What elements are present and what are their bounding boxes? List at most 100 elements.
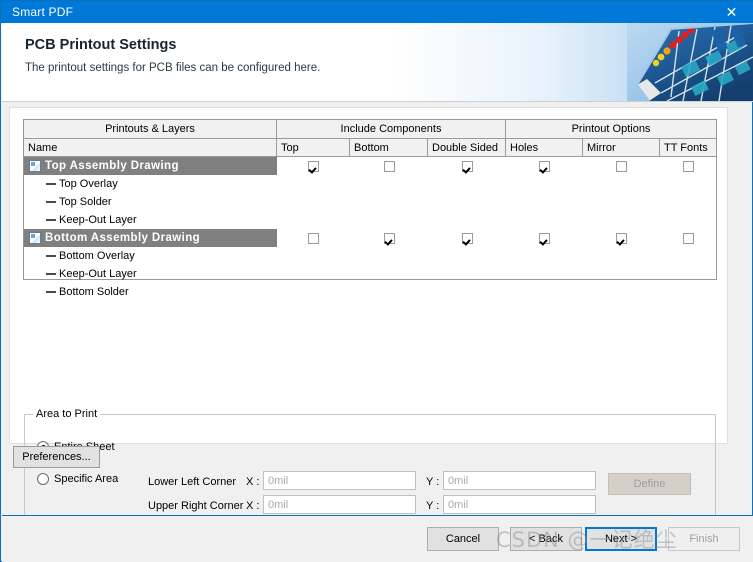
table-row[interactable]: Bottom Overlay — [24, 247, 716, 265]
window-titlebar: Smart PDF ✕ — [1, 1, 753, 23]
tree-item-label: Bottom Overlay — [59, 250, 135, 262]
tree-item-label: Bottom Assembly Drawing — [45, 232, 201, 244]
wizard-banner: PCB Printout Settings The printout setti… — [2, 23, 753, 101]
checkbox-bottom[interactable] — [383, 232, 395, 244]
lower-left-y-input[interactable]: 0mil — [443, 471, 596, 490]
grid-column-header-row: Name Top Bottom Double Sided Holes Mirro… — [24, 138, 716, 156]
page-subtitle: The printout settings for PCB files can … — [25, 62, 321, 74]
checkbox-cell-double-sided[interactable] — [428, 229, 506, 247]
tree-item-bottom-solder[interactable]: Bottom Solder — [24, 283, 277, 301]
tree-item-keep-out-layer-top[interactable]: Keep-Out Layer — [24, 211, 277, 229]
table-row[interactable]: Bottom Assembly Drawing — [24, 229, 716, 247]
back-button[interactable]: < Back — [510, 527, 582, 551]
preferences-button[interactable]: Preferences... — [13, 446, 100, 468]
column-header-name[interactable]: Name — [24, 139, 277, 156]
checkbox-top[interactable] — [308, 232, 319, 244]
tree-item-top-assembly-drawing[interactable]: Top Assembly Drawing — [24, 157, 277, 175]
radio-specific-area[interactable]: Specific Area — [37, 473, 118, 485]
upper-right-x-input[interactable]: 0mil — [263, 495, 416, 514]
checkbox-cell-tt-fonts[interactable] — [660, 229, 716, 247]
column-header-bottom[interactable]: Bottom — [350, 139, 428, 156]
layer-dash-icon — [46, 201, 56, 203]
layer-dash-icon — [46, 273, 56, 275]
table-row[interactable]: Top Assembly Drawing — [24, 157, 716, 175]
tree-item-label: Top Assembly Drawing — [45, 160, 179, 172]
page-title: PCB Printout Settings — [25, 37, 177, 53]
table-row[interactable]: Top Overlay — [24, 175, 716, 193]
wizard-footer: Cancel < Back Next > Finish — [2, 516, 753, 562]
close-icon[interactable]: ✕ — [709, 1, 753, 23]
checkbox-cell-tt-fonts[interactable] — [660, 157, 716, 175]
checkbox-holes[interactable] — [539, 160, 550, 172]
checkbox-double-sided[interactable] — [461, 160, 473, 172]
checkbox-top[interactable] — [308, 160, 319, 172]
column-header-double-sided[interactable]: Double Sided — [428, 139, 506, 156]
upper-right-y-label: Y : — [426, 500, 440, 512]
layer-dash-icon — [46, 219, 56, 221]
banner-divider — [2, 101, 753, 102]
table-row[interactable]: Keep-Out Layer — [24, 211, 716, 229]
tree-item-label: Keep-Out Layer — [59, 268, 137, 280]
checkbox-cell-top[interactable] — [277, 157, 350, 175]
next-button[interactable]: Next > — [585, 527, 657, 551]
checkbox-holes[interactable] — [539, 232, 550, 244]
radio-specific-area-label: Specific Area — [54, 473, 119, 485]
layer-dash-icon — [46, 183, 56, 185]
checkbox-mirror[interactable] — [616, 232, 627, 244]
group-header-include-components[interactable]: Include Components — [277, 120, 506, 138]
layer-dash-icon — [46, 255, 56, 257]
tree-item-bottom-assembly-drawing[interactable]: Bottom Assembly Drawing — [24, 229, 277, 247]
checkbox-tt-fonts[interactable] — [682, 232, 694, 244]
pcb-board-image — [627, 23, 753, 101]
column-header-holes[interactable]: Holes — [506, 139, 583, 156]
define-button[interactable]: Define — [608, 473, 691, 495]
column-header-top[interactable]: Top — [277, 139, 350, 156]
checkbox-double-sided[interactable] — [461, 232, 473, 244]
tree-item-bottom-overlay[interactable]: Bottom Overlay — [24, 247, 277, 265]
area-to-print-group: Area to Print Entire Sheet Specific Area… — [24, 408, 716, 529]
column-header-mirror[interactable]: Mirror — [583, 139, 660, 156]
checkbox-cell-bottom[interactable] — [350, 157, 428, 175]
layer-dash-icon — [46, 291, 56, 293]
wizard-page: Printouts & Layers Include Components Pr… — [9, 107, 728, 529]
tree-item-top-solder[interactable]: Top Solder — [24, 193, 277, 211]
table-row[interactable]: Bottom Solder — [24, 283, 716, 301]
cancel-button[interactable]: Cancel — [427, 527, 499, 551]
checkbox-cell-top[interactable] — [277, 229, 350, 247]
checkbox-cell-double-sided[interactable] — [428, 157, 506, 175]
checkbox-cell-holes[interactable] — [506, 229, 583, 247]
upper-right-y-input[interactable]: 0mil — [443, 495, 596, 514]
tree-item-label: Keep-Out Layer — [59, 214, 137, 226]
lower-left-x-label: X : — [246, 476, 260, 488]
checkbox-cell-mirror[interactable] — [583, 229, 660, 247]
upper-right-x-label: X : — [246, 500, 260, 512]
printouts-tree[interactable]: Top Assembly Drawing Top Overlay Top Sol… — [24, 156, 716, 298]
checkbox-tt-fonts[interactable] — [682, 160, 694, 172]
group-header-printout-options[interactable]: Printout Options — [506, 120, 716, 138]
lower-left-y-label: Y : — [426, 476, 440, 488]
smart-pdf-dialog: Smart PDF ✕ PCB Printout Settings The pr… — [0, 0, 753, 562]
checkbox-cell-holes[interactable] — [506, 157, 583, 175]
lower-left-corner-label: Lower Left Corner — [148, 476, 237, 488]
lower-left-x-input[interactable]: 0mil — [263, 471, 416, 490]
group-header-printouts-layers[interactable]: Printouts & Layers — [24, 120, 277, 138]
window-title: Smart PDF — [12, 5, 74, 19]
tree-item-top-overlay[interactable]: Top Overlay — [24, 175, 277, 193]
document-icon — [29, 160, 41, 172]
group-legend: Area to Print — [33, 408, 101, 420]
checkbox-mirror[interactable] — [616, 160, 627, 172]
tree-item-keep-out-layer-bottom[interactable]: Keep-Out Layer — [24, 265, 277, 283]
table-row[interactable]: Top Solder — [24, 193, 716, 211]
tree-item-label: Top Overlay — [59, 178, 118, 190]
radio-specific-area-indicator[interactable] — [37, 473, 49, 485]
checkbox-cell-mirror[interactable] — [583, 157, 660, 175]
checkbox-cell-bottom[interactable] — [350, 229, 428, 247]
grid-group-header-row: Printouts & Layers Include Components Pr… — [24, 120, 716, 138]
printouts-grid: Printouts & Layers Include Components Pr… — [23, 119, 717, 298]
upper-right-corner-label: Upper Right Corner — [148, 500, 244, 512]
tree-item-label: Top Solder — [59, 196, 112, 208]
document-icon — [29, 232, 41, 244]
column-header-tt-fonts[interactable]: TT Fonts — [660, 139, 716, 156]
table-row[interactable]: Keep-Out Layer — [24, 265, 716, 283]
checkbox-bottom[interactable] — [383, 160, 395, 172]
